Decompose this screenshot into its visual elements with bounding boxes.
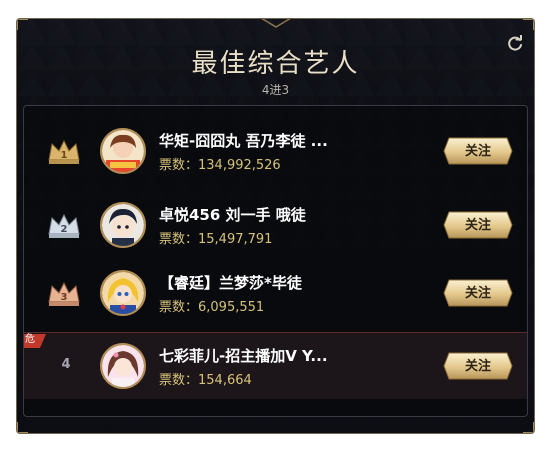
vote-count: 票数：154,664 [159,373,252,388]
corner-ornament [17,422,28,433]
header-ornament [260,19,291,28]
ranking-row-1: 1 华矩-囧囧丸 吾乃李徒 ... 票数：134,992,526 关注 [24,118,527,184]
avatar[interactable] [100,202,146,248]
corner-ornament [523,422,534,433]
silver-crown-icon: 2 [46,210,82,240]
ranking-row-3: 3 【睿廷】兰梦莎*毕徒 票数：6,095,551 关注 [24,260,527,326]
rank-number: 4 [61,357,71,372]
ranking-row-4: 危 4 七彩菲儿-招主播加V Y... 票数：154,664 关注 [24,332,527,399]
vote-count: 票数：6,095,551 [159,300,265,315]
svg-text:2: 2 [61,224,68,235]
avatar[interactable] [100,343,146,389]
ranking-panel: 最佳综合艺人 4进3 1 华矩-囧囧丸 吾乃李徒 ... 票数：134,992,… [16,18,535,434]
ranking-list: 1 华矩-囧囧丸 吾乃李徒 ... 票数：134,992,526 关注 2 卓悦… [23,105,528,417]
ranking-row-2: 2 卓悦456 刘一手 哦徒 票数：15,497,791 关注 [24,192,527,258]
artist-name[interactable]: 华矩-囧囧丸 吾乃李徒 ... [159,130,379,151]
follow-button[interactable]: 关注 [443,211,513,239]
danger-badge: 危 [24,333,46,348]
round-label: 4进3 [261,83,290,97]
page-title: 最佳综合艺人 [191,49,360,79]
follow-button[interactable]: 关注 [443,279,513,307]
artist-name[interactable]: 卓悦456 刘一手 哦徒 [159,204,379,225]
refresh-button[interactable] [506,34,524,53]
vote-count: 票数：134,992,526 [159,158,281,173]
refresh-icon [508,34,522,51]
follow-button[interactable]: 关注 [443,352,513,380]
gold-crown-icon: 1 [46,136,82,166]
vote-count: 票数：15,497,791 [159,232,273,247]
follow-button[interactable]: 关注 [443,137,513,165]
avatar[interactable] [100,270,146,316]
svg-text:3: 3 [61,292,68,303]
artist-name[interactable]: 【睿廷】兰梦莎*毕徒 [159,272,379,293]
bronze-crown-icon: 3 [46,278,82,308]
corner-ornament [523,19,534,30]
avatar[interactable] [100,128,146,174]
artist-name[interactable]: 七彩菲儿-招主播加V Y... [159,345,379,366]
corner-ornament [17,19,28,30]
svg-text:1: 1 [61,150,68,161]
